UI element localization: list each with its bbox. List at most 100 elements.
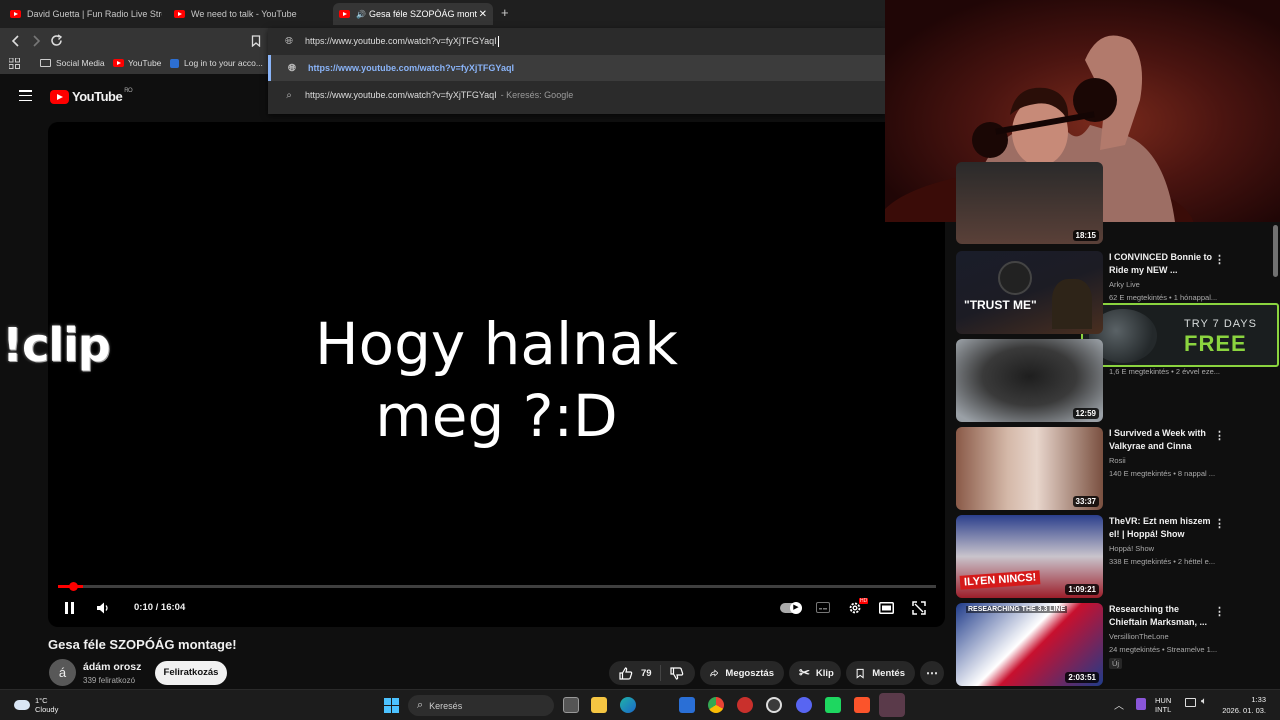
fullscreen-icon[interactable] [912, 601, 926, 615]
rec-thumbnail: 18:15 [956, 162, 1103, 244]
bookmark-label: Log in to your acco... [184, 58, 263, 68]
chrome-icon[interactable] [708, 697, 724, 713]
more-actions-button[interactable]: ⋯ [920, 661, 944, 685]
scissors-icon: ✂ [799, 665, 810, 680]
save-button[interactable]: Mentés [846, 661, 915, 685]
back-icon[interactable] [11, 35, 21, 47]
theater-mode-icon[interactable] [879, 602, 894, 614]
bookmark-icon[interactable] [251, 35, 261, 47]
logo-text: YouTube [72, 89, 123, 104]
task-view-icon[interactable] [563, 697, 579, 713]
channel-name[interactable]: ádám orosz [83, 661, 141, 673]
rec-channel: VersillionTheLone [1109, 632, 1169, 641]
duration-badge: 33:37 [1072, 496, 1099, 507]
app-green-icon[interactable] [825, 697, 841, 713]
rec-meta: 1,6 E megtekintés • 2 évvel eze... [1109, 367, 1221, 376]
rec-thumbnail: "TRUST ME" [956, 251, 1103, 334]
duration-badge: 2:03:51 [1065, 672, 1099, 683]
file-explorer-icon[interactable] [591, 697, 607, 713]
taskbar-search[interactable]: ⌕ Keresés [408, 695, 554, 716]
close-tab-icon[interactable]: ✕ [479, 9, 487, 20]
save-bookmark-icon [856, 668, 864, 679]
active-app-icon[interactable] [879, 693, 905, 717]
video-player[interactable]: Hogy halnak meg ?:D 0:10 / 16:04 ▶ HD [48, 122, 945, 627]
language-indicator[interactable]: HUN INTL [1155, 696, 1171, 714]
more-vert-icon[interactable]: ⋮ [1214, 253, 1225, 266]
sidebar-scrollbar[interactable] [1273, 225, 1278, 277]
tab-we-need-to-talk[interactable]: We need to talk - YouTube [168, 3, 328, 25]
address-text: https://www.youtube.com/watch?v=fyXjTFGY… [305, 36, 497, 46]
share-arrow-icon [710, 669, 719, 677]
rec-thumbnail: ILYEN NINCS! 1:09:21 [956, 515, 1103, 598]
rec-meta: 62 E megtekintés • 1 hónappal... [1109, 293, 1218, 302]
share-button[interactable]: Megosztás [700, 661, 784, 685]
new-tab-button[interactable]: + [501, 5, 509, 20]
tab-label: We need to talk - YouTube [191, 9, 297, 19]
omnibox-input[interactable]: 🌐︎ https://www.youtube.com/watch?v=fyXjT… [268, 28, 885, 54]
bookmark-login[interactable]: Log in to your acco... [170, 58, 263, 68]
rec-item[interactable]: RESEARCHING THE 3.3 LINE 2:03:51 Researc… [956, 603, 1276, 687]
rec-item[interactable]: 18:15 [956, 162, 1276, 244]
network-icon[interactable] [1185, 698, 1196, 707]
scrubber-handle[interactable] [69, 582, 79, 591]
text-cursor [497, 35, 499, 47]
thumbs-down-icon[interactable] [670, 666, 684, 680]
more-vert-icon[interactable]: ⋮ [1214, 605, 1225, 618]
channel-avatar[interactable]: á [49, 659, 76, 686]
tray-app-icon[interactable] [1136, 698, 1146, 710]
pause-icon[interactable] [64, 602, 75, 614]
edge-icon[interactable] [620, 697, 636, 713]
tray-chevron-icon[interactable]: ︿ [1114, 697, 1124, 712]
discord-icon[interactable] [796, 697, 812, 713]
autoplay-toggle[interactable]: ▶ [780, 602, 802, 614]
speaker-icon: 🔊 [356, 9, 366, 19]
youtube-logo[interactable]: YouTube RO [50, 88, 133, 104]
video-title: Gesa féle SZOPÓÁG montage! [48, 637, 237, 652]
rec-thumbnail: 33:37 [956, 427, 1103, 510]
rec-item[interactable]: "TRUST ME" I CONVINCED Bonnie to Ride my… [956, 251, 1276, 335]
suggestion-search[interactable]: ⌕ https://www.youtube.com/watch?v=fyXjTF… [268, 82, 885, 108]
tab-gesa-montage[interactable]: 🔊 Gesa féle SZOPÓÁG montage ✕ [333, 3, 493, 25]
app-red-icon[interactable] [737, 697, 753, 713]
player-controls: 0:10 / 16:04 ▶ HD [48, 596, 945, 620]
bookmark-social-media[interactable]: Social Media [40, 58, 105, 68]
apps-grid-icon[interactable] [9, 58, 20, 69]
like-button[interactable]: 79 [609, 665, 661, 681]
weather-widget[interactable]: 1°C Cloudy [14, 696, 58, 714]
forward-icon[interactable] [31, 35, 41, 47]
clip-button[interactable]: ✂ Klip [789, 661, 841, 685]
save-label: Mentés [872, 667, 905, 679]
tab-fun-radio[interactable]: David Guetta | Fun Radio Live Stream [4, 3, 162, 25]
share-label: Megosztás [725, 667, 774, 679]
time-display: 0:10 / 16:04 [134, 602, 186, 613]
rec-channel: Arky Live [1109, 280, 1140, 289]
suggestion-url[interactable]: 🌐︎ https://www.youtube.com/watch?v=fyXjT… [268, 55, 885, 81]
reload-icon[interactable] [50, 34, 63, 47]
hd-badge-icon: HD [859, 598, 869, 604]
thumbs-up-icon [619, 666, 633, 680]
settings-app-icon[interactable] [766, 697, 782, 713]
subscribe-button[interactable]: Feliratkozás [155, 661, 227, 685]
bookmark-label: YouTube [128, 58, 162, 68]
youtube-favicon-icon [174, 10, 185, 18]
windows-start-icon[interactable] [384, 698, 399, 713]
video-frame-text: Hogy halnak meg ?:D [48, 308, 945, 452]
hamburger-menu-icon[interactable] [19, 90, 32, 102]
rec-title: I Survived a Week with Valkyrae and Cinn… [1109, 428, 1206, 451]
clip-overlay-text: !clip [2, 318, 111, 372]
rec-item[interactable]: 12:59 1,6 E megtekintés • 2 évvel eze... [956, 339, 1276, 423]
rec-item[interactable]: ILYEN NINCS! 1:09:21 TheVR: Ezt nem hisz… [956, 515, 1276, 599]
subtitles-icon[interactable] [816, 602, 830, 613]
brave-icon[interactable] [854, 697, 870, 713]
more-vert-icon[interactable]: ⋮ [1214, 517, 1225, 530]
bookmark-youtube[interactable]: YouTube [113, 58, 161, 68]
clock[interactable]: 1:33 2026. 01. 03. [1222, 694, 1266, 716]
rec-item[interactable]: 33:37 I Survived a Week with Valkyrae an… [956, 427, 1276, 511]
volume-icon[interactable] [96, 602, 110, 614]
mail-icon[interactable] [679, 697, 695, 713]
clip-label: Klip [815, 667, 834, 679]
progress-bar[interactable] [58, 582, 936, 591]
more-vert-icon[interactable]: ⋮ [1214, 429, 1225, 442]
rec-channel: Hoppá! Show [1109, 544, 1155, 553]
speaker-tray-icon[interactable]: 🔈︎ [1201, 696, 1207, 707]
